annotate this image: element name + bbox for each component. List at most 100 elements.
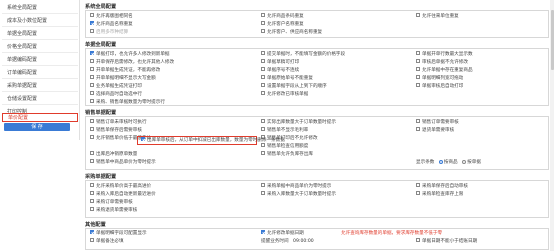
checkbox[interactable] xyxy=(90,183,94,187)
option-sales-6[interactable]: 销售单不显示毛利率 xyxy=(261,127,308,134)
option-purchase-3[interactable]: 采购退货单需要审核 xyxy=(90,207,137,214)
sidebar-item-unit-price[interactable]: 单价配置 xyxy=(2,113,78,122)
option-sales-0[interactable]: 销售订单未审核时可执行 xyxy=(90,119,147,126)
checkbox[interactable] xyxy=(261,230,265,234)
checkbox[interactable] xyxy=(90,51,94,55)
checkbox[interactable] xyxy=(261,29,265,33)
option-bill-0[interactable]: 单据打印，也允许多人修改到新单据 xyxy=(90,51,170,58)
checkbox[interactable] xyxy=(90,75,94,79)
sidebar-item-bill-code[interactable]: 单据编码配置 xyxy=(2,54,78,66)
checkbox[interactable] xyxy=(90,21,94,25)
option-purchase-7[interactable]: 采购单检查库存上限 xyxy=(416,191,463,198)
checkbox[interactable] xyxy=(416,127,420,131)
option-purchase-5[interactable]: 采购入库数量大于订单数量时提示 xyxy=(261,191,336,198)
checkbox[interactable] xyxy=(90,191,94,195)
option-purchase-1[interactable]: 采购入库后自动更新最近进价 xyxy=(90,191,156,198)
checkbox[interactable] xyxy=(90,199,94,203)
sidebar-item-bill-global[interactable]: 单据全局配置 xyxy=(2,28,78,40)
option-bill-6[interactable]: 采购、销售单据数量为零时提示行 xyxy=(90,99,165,106)
option-sales-8[interactable]: 销售单检查信用额度 xyxy=(261,143,308,150)
option-sales-3[interactable]: 出库后冲销原单数量 xyxy=(90,151,137,158)
checkbox[interactable] xyxy=(261,151,265,155)
sidebar-item-system[interactable]: 系统全局配置 xyxy=(2,2,78,14)
checkbox[interactable] xyxy=(90,99,94,103)
checkbox[interactable] xyxy=(416,119,420,123)
option-bill-13[interactable]: 单据开单行数最大显示数 xyxy=(416,51,473,58)
option-bill-12[interactable]: 允许修改已审核单据 xyxy=(261,91,308,98)
option-bill-11[interactable]: 设置单据字段从上到下的顺序 xyxy=(261,83,327,90)
checkbox[interactable] xyxy=(416,191,420,195)
sidebar-item-cost[interactable]: 成本及小数位配置 xyxy=(2,15,78,27)
checkbox[interactable] xyxy=(416,51,420,55)
checkbox[interactable] xyxy=(141,137,145,141)
checkbox[interactable] xyxy=(90,59,94,63)
checkbox[interactable] xyxy=(416,238,420,242)
sidebar-item-storage[interactable]: 仓储设置配置 xyxy=(2,93,78,105)
scrollbar[interactable] xyxy=(550,0,554,251)
option-bill-17[interactable]: 单据审核后自动打印 xyxy=(416,83,463,90)
save-button[interactable]: 保 存 xyxy=(4,123,70,131)
option-bill-8[interactable]: 单据草稿可打印 xyxy=(261,59,299,66)
option-sales-5[interactable]: 实际出库数量大于订单数量时提示 xyxy=(261,119,336,126)
option-bill-5[interactable]: 选择商品时自动选中行 xyxy=(90,91,142,98)
option-bill-10[interactable]: 单据原始单号不能重复 xyxy=(261,75,313,82)
checkbox[interactable] xyxy=(261,127,265,131)
checkbox[interactable] xyxy=(261,21,265,25)
checkbox[interactable] xyxy=(261,51,265,55)
option-sales-4[interactable]: 销售单中商品单价为零时提示 xyxy=(90,159,156,166)
scroll-thumb[interactable] xyxy=(550,10,554,70)
checkbox[interactable] xyxy=(416,183,420,187)
option-system-2[interactable]: 启用多币种结算 xyxy=(90,29,128,36)
checkbox[interactable] xyxy=(416,67,420,71)
option-bill-14[interactable]: 审核后单据不允许修改 xyxy=(416,59,468,66)
checkbox[interactable] xyxy=(90,13,94,17)
option-system-1[interactable]: 允许商品名称重复 xyxy=(90,21,133,28)
checkbox[interactable] xyxy=(90,127,94,131)
option-system-4[interactable]: 允许客户名称重复 xyxy=(261,21,304,28)
option-bill-9[interactable]: 单据序号不连续 xyxy=(261,67,299,74)
option-other-2[interactable]: 允许修改单据日期 xyxy=(261,230,304,237)
sidebar-item-purchase[interactable]: 采购单据配置 xyxy=(2,80,78,92)
option-sales-9[interactable]: 销售单允许负库存出库 xyxy=(261,151,313,158)
option-bill-15[interactable]: 允许单据中存在重复商品 xyxy=(416,67,473,74)
option-other-0[interactable]: 单据明细字段可配置显示 xyxy=(90,230,147,237)
checkbox[interactable] xyxy=(261,191,265,195)
option-other-3[interactable]: 单据日期不能小于结账日期 xyxy=(416,238,477,245)
checkbox[interactable] xyxy=(416,75,420,79)
option-bill-7[interactable]: 提交单据时，不能填写金额的价格字段 xyxy=(261,51,345,58)
checkbox[interactable] xyxy=(90,207,94,211)
checkbox[interactable] xyxy=(90,135,94,139)
checkbox[interactable] xyxy=(261,59,265,63)
option-purchase-2[interactable]: 采购订单需要审核 xyxy=(90,199,133,206)
checkbox[interactable] xyxy=(416,59,420,63)
option-system-6[interactable]: 允许往来单位重复 xyxy=(416,13,459,20)
option-system-0[interactable]: 允许再版图相同名 xyxy=(90,13,133,20)
option-bill-4[interactable]: 业务单据生成凭证打印 xyxy=(90,83,142,90)
sidebar-item-order-code[interactable]: 订单编码配置 xyxy=(2,67,78,79)
option-purchase-6[interactable]: 采购单保存后自动审核 xyxy=(416,183,468,190)
sidebar-item-price[interactable]: 价格全局配置 xyxy=(2,41,78,53)
checkbox[interactable] xyxy=(90,91,94,95)
checkbox[interactable] xyxy=(90,230,94,234)
option-purchase-0[interactable]: 允许采购单价高于最高进价 xyxy=(90,183,151,190)
checkbox[interactable] xyxy=(90,151,94,155)
option-bill-3[interactable]: 开单单据明细不显示大写金额 xyxy=(90,75,156,82)
checkbox[interactable] xyxy=(90,119,94,123)
option-other-1[interactable]: 单据备注必填 xyxy=(90,238,124,245)
checkbox[interactable] xyxy=(416,83,420,87)
checkbox[interactable] xyxy=(90,67,94,71)
option-bill-16[interactable]: 单据明细列宽可拖动 xyxy=(416,75,463,82)
time-value[interactable]: 09:00:00 xyxy=(293,238,314,245)
option-bill-2[interactable]: 开单单据生成凭证，不能再修改 xyxy=(90,67,160,74)
checkbox[interactable] xyxy=(416,13,420,17)
option-system-3[interactable]: 允许商品条码重复 xyxy=(261,13,304,20)
checkbox[interactable] xyxy=(261,75,265,79)
option-sales-1[interactable]: 销售单保存后需要审核 xyxy=(90,127,142,134)
option-purchase-4[interactable]: 采购单据中商品单价为零时提示 xyxy=(261,183,331,190)
checkbox[interactable] xyxy=(90,159,94,163)
checkbox[interactable] xyxy=(90,238,94,242)
option-bill-1[interactable]: 开单保存后需修改，也允许其他人修改 xyxy=(90,59,174,66)
checkbox[interactable] xyxy=(90,83,94,87)
checkbox[interactable] xyxy=(261,91,265,95)
checkbox[interactable] xyxy=(261,13,265,17)
